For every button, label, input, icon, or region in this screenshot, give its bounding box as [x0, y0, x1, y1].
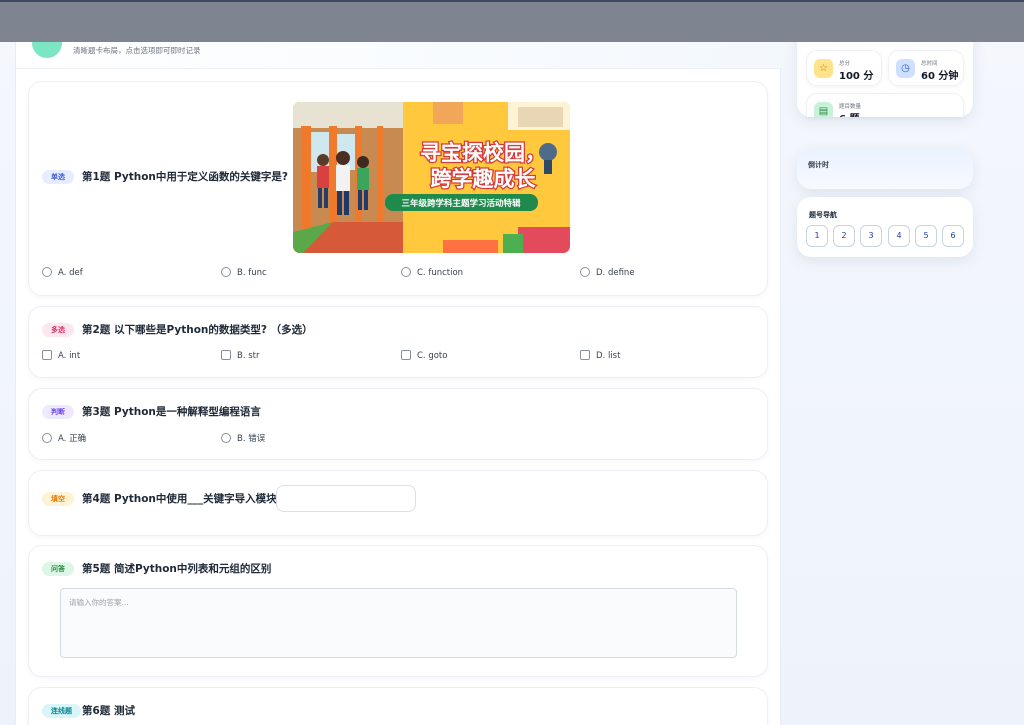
checkbox-icon[interactable]	[42, 350, 52, 360]
top-overlay-bar	[0, 0, 1024, 42]
question-title: 第1题 Python中用于定义函数的关键字是?	[82, 171, 288, 183]
document-icon: ▤	[814, 102, 833, 117]
question-card-2: 多选 第2题 以下哪些是Python的数据类型? （多选） A. int B. …	[28, 306, 768, 378]
nav-question-4[interactable]: 4	[888, 225, 910, 247]
countdown-label: 倒计时	[808, 161, 829, 169]
question-title: 第2题 以下哪些是Python的数据类型? （多选）	[82, 324, 313, 336]
nav-question-6[interactable]: 6	[942, 225, 964, 247]
option-q1-c[interactable]: C. function	[401, 267, 463, 278]
question-type-badge: 填空	[42, 492, 74, 506]
header-subtitle: 清晰题卡布局，点击选项即可即时记录	[73, 46, 201, 55]
checkbox-icon[interactable]	[221, 350, 231, 360]
option-q2-c[interactable]: C. goto	[401, 350, 447, 361]
star-icon: ☆	[814, 59, 833, 78]
radio-icon[interactable]	[221, 267, 231, 277]
promo-subtitle: 三年级跨学科主题学习活动特辑	[401, 198, 521, 209]
question-title: 第6题 测试	[82, 705, 135, 717]
stat-total-score: ☆ 总分 100 分	[806, 50, 882, 86]
promo-title-line2: 跨学趣成长	[431, 167, 537, 191]
nav-question-2[interactable]: 2	[833, 225, 855, 247]
radio-icon[interactable]	[580, 267, 590, 277]
question-nav-grid: 1 2 3 4 5 6	[806, 225, 966, 247]
question-card-1: 单选 第1题 Python中用于定义函数的关键字是? 寻宝探校园， 跨学趣成长 …	[28, 81, 768, 296]
option-q2-b[interactable]: B. str	[221, 350, 260, 361]
radio-icon[interactable]	[401, 267, 411, 277]
question-card-5: 问答 第5题 简述Python中列表和元组的区别 请输入你的答案...	[28, 545, 768, 677]
promo-title-line1: 寻宝探校园，	[420, 141, 546, 165]
question-nav-card: 题号导航 1 2 3 4 5 6	[797, 197, 973, 257]
answer-textarea[interactable]: 请输入你的答案...	[60, 588, 737, 658]
radio-icon[interactable]	[42, 433, 52, 443]
option-q2-d[interactable]: D. list	[580, 350, 620, 361]
question-type-badge: 问答	[42, 562, 74, 576]
question-card-3: 判断 第3题 Python是一种解释型编程语言 A. 正确 B. 错误	[28, 388, 768, 460]
question-type-badge: 连线题	[42, 704, 81, 718]
exam-header: 清晰题卡布局，点击选项即可即时记录	[16, 28, 782, 69]
option-q1-a[interactable]: A. def	[42, 267, 83, 278]
question-type-badge: 判断	[42, 405, 74, 419]
stat-question-count: ▤ 题目数量 6 题	[806, 93, 964, 117]
question-type-badge: 多选	[42, 323, 74, 337]
fill-blank-input[interactable]	[276, 485, 416, 512]
option-q1-b[interactable]: B. func	[221, 267, 267, 278]
question-title: 第4题 Python中使用___关键字导入模块	[82, 493, 277, 505]
radio-icon[interactable]	[221, 433, 231, 443]
question-type-badge: 单选	[42, 170, 74, 184]
option-q1-d[interactable]: D. define	[580, 267, 635, 278]
question-title: 第5题 简述Python中列表和元组的区别	[82, 563, 272, 575]
option-q2-a[interactable]: A. int	[42, 350, 80, 361]
countdown-card: 倒计时	[797, 149, 973, 189]
question-nav-title: 题号导航	[809, 211, 837, 219]
clock-icon: ◷	[896, 59, 915, 78]
option-q3-a[interactable]: A. 正确	[42, 432, 86, 444]
stat-total-time: ◷ 总时间 60 分钟	[888, 50, 964, 86]
checkbox-icon[interactable]	[401, 350, 411, 360]
nav-question-5[interactable]: 5	[915, 225, 937, 247]
option-q3-b[interactable]: B. 错误	[221, 432, 265, 444]
nav-question-3[interactable]: 3	[860, 225, 882, 247]
question-title: 第3题 Python是一种解释型编程语言	[82, 406, 261, 418]
question-card-6: 连线题 第6题 测试	[28, 687, 768, 725]
radio-icon[interactable]	[42, 267, 52, 277]
question-card-4: 填空 第4题 Python中使用___关键字导入模块	[28, 470, 768, 536]
nav-question-1[interactable]: 1	[806, 225, 828, 247]
promo-image: 寻宝探校园， 跨学趣成长 三年级跨学科主题学习活动特辑	[293, 102, 570, 253]
checkbox-icon[interactable]	[580, 350, 590, 360]
